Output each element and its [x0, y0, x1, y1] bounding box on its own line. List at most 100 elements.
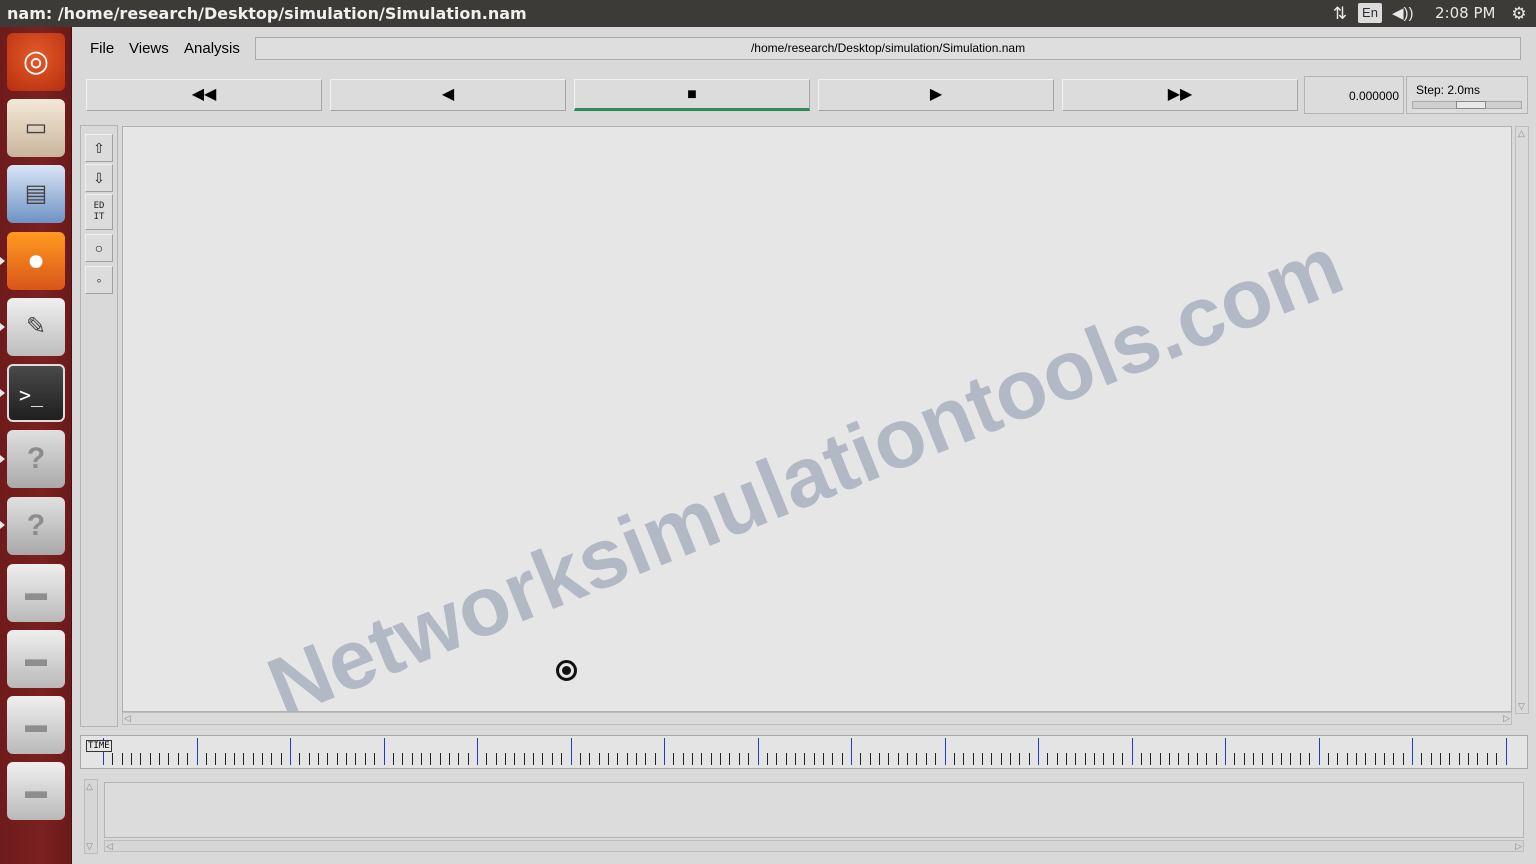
timeline-tick: [1271, 753, 1273, 765]
timeline-tick: [505, 753, 507, 765]
menu-views[interactable]: Views: [129, 40, 169, 57]
files-icon[interactable]: ▭: [7, 99, 65, 157]
timeline-tick: [271, 753, 273, 765]
timeline-tick: [1327, 753, 1329, 765]
menu-analysis[interactable]: Analysis: [184, 40, 240, 57]
simulation-canvas[interactable]: Networksimulationtools.com: [122, 126, 1512, 712]
running-indicator: [0, 389, 5, 397]
timeline-tick: [1112, 753, 1114, 765]
timeline-tick: [1337, 753, 1339, 765]
terminal-icon[interactable]: >_: [7, 364, 65, 422]
scroll-left-icon[interactable]: ◁: [106, 841, 113, 852]
timeline-tick: [1365, 753, 1367, 765]
edit-button[interactable]: ED IT: [85, 194, 113, 230]
keyboard-layout-icon[interactable]: En: [1358, 3, 1382, 23]
timeline-tick: [570, 738, 572, 765]
circle-large-icon: ○: [94, 240, 104, 256]
drive-icon[interactable]: ▬: [7, 564, 65, 622]
zoom-out-button[interactable]: ⇩: [85, 164, 113, 192]
step-control: Step: 2.0ms: [1406, 76, 1528, 114]
timeline-tick: [1009, 753, 1011, 765]
timeline-tick: [729, 753, 731, 765]
timeline-tick: [1234, 753, 1236, 765]
menu-file[interactable]: File: [90, 40, 114, 57]
timeline-tick: [514, 753, 516, 765]
timeline-tick: [1206, 753, 1208, 765]
network-node[interactable]: [556, 660, 577, 681]
panel-vertical-scrollbar[interactable]: △ ▽: [84, 779, 98, 854]
settings-gear-icon[interactable]: ⚙: [1506, 0, 1532, 27]
scroll-right-icon[interactable]: ▷: [1503, 713, 1510, 724]
timeline-tick: [738, 753, 740, 765]
timeline-tick: [607, 753, 609, 765]
timeline-tick: [598, 753, 600, 765]
scroll-down-icon[interactable]: ▽: [86, 841, 93, 852]
stop-button[interactable]: ■: [574, 79, 810, 111]
firefox-icon[interactable]: ●: [7, 232, 65, 290]
scroll-up-icon[interactable]: △: [86, 781, 93, 792]
drive-icon[interactable]: ▬: [7, 762, 65, 820]
timeline-tick: [420, 753, 422, 765]
timeline-tick: [1318, 738, 1320, 765]
timeline-tick: [869, 753, 871, 765]
drive-icon[interactable]: ▬: [7, 630, 65, 688]
clock[interactable]: 2:08 PM: [1435, 0, 1505, 27]
timeline-tick: [187, 753, 189, 765]
timeline-tick: [1421, 753, 1423, 765]
timeline-tick: [860, 753, 862, 765]
timeline-tick: [224, 753, 226, 765]
panel-horizontal-scrollbar[interactable]: ◁ ▷: [104, 840, 1524, 852]
unknown-app-icon[interactable]: ?: [7, 497, 65, 555]
timeline-tick: [486, 753, 488, 765]
time-label[interactable]: TIME: [86, 740, 112, 752]
volume-icon[interactable]: ◀)): [1392, 0, 1422, 27]
timeline-tick: [1000, 753, 1002, 765]
timeline-tick: [233, 753, 235, 765]
zoom-in-button[interactable]: ⇧: [85, 134, 113, 162]
timeline-tick: [1047, 753, 1049, 765]
annotation-panel[interactable]: [104, 782, 1524, 838]
timeline-tick: [925, 753, 927, 765]
timeline-tick: [991, 753, 993, 765]
timeline-tick: [159, 753, 161, 765]
text-editor-icon[interactable]: ✎: [7, 298, 65, 356]
rewind-button[interactable]: ◀◀: [86, 79, 322, 111]
running-indicator: [0, 521, 5, 529]
drive-icon[interactable]: ▬: [7, 696, 65, 754]
timeline-tick: [495, 753, 497, 765]
circle-large-button[interactable]: ○: [85, 234, 113, 262]
timeline-tick: [402, 753, 404, 765]
canvas-vertical-scrollbar[interactable]: △ ▽: [1515, 126, 1529, 714]
play-button[interactable]: ▶: [818, 79, 1054, 111]
scroll-right-icon[interactable]: ▷: [1515, 841, 1522, 852]
timeline-tick: [794, 753, 796, 765]
ubuntu-dash-icon[interactable]: ◎: [7, 33, 65, 91]
canvas-horizontal-scrollbar[interactable]: ◁ ▷: [122, 712, 1512, 725]
scroll-up-icon[interactable]: △: [1518, 128, 1525, 139]
timeline-tick: [944, 738, 946, 765]
writer-icon[interactable]: ▤: [7, 165, 65, 223]
rewind-icon: ◀◀: [191, 86, 217, 103]
time-slider[interactable]: TIME: [80, 735, 1528, 769]
fast-forward-button[interactable]: ▶▶: [1062, 79, 1298, 111]
step-slider-thumb[interactable]: [1456, 101, 1486, 109]
step-slider[interactable]: [1412, 101, 1522, 109]
fast-forward-icon: ▶▶: [1167, 86, 1193, 103]
timeline-tick: [813, 753, 815, 765]
timeline-tick: [1299, 753, 1301, 765]
timeline-tick: [299, 753, 301, 765]
network-icon[interactable]: ⇅: [1328, 0, 1352, 27]
circle-small-button[interactable]: ◦: [85, 266, 113, 294]
timeline-tick: [1412, 738, 1413, 765]
timeline-tick: [467, 753, 469, 765]
scroll-down-icon[interactable]: ▽: [1518, 701, 1525, 712]
timeline-tick: [1075, 753, 1077, 765]
timeline-tick: [411, 753, 413, 765]
step-back-button[interactable]: ◀: [330, 79, 566, 111]
scroll-left-icon[interactable]: ◁: [124, 713, 131, 724]
timeline-tick: [1253, 753, 1255, 765]
unknown-app-icon[interactable]: ?: [7, 430, 65, 488]
timeline-tick: [1383, 753, 1385, 765]
timeline-tick: [1309, 753, 1311, 765]
timeline-tick: [1393, 753, 1395, 765]
